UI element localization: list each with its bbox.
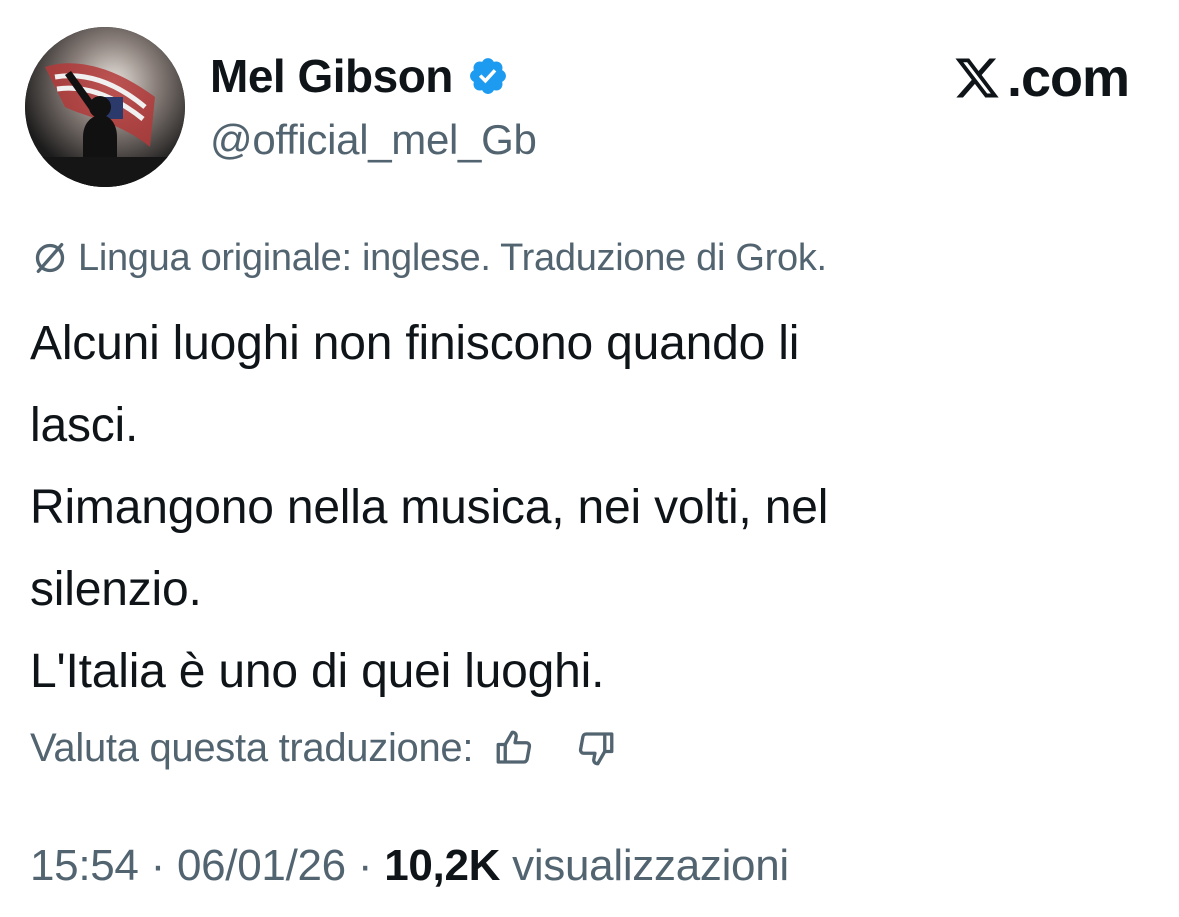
brand-text: .com <box>1006 48 1130 108</box>
translate-icon <box>35 243 65 273</box>
author-handle[interactable]: @official_mel_Gb <box>210 116 537 164</box>
thumbs-up-button[interactable] <box>491 725 537 771</box>
author-name-row: Mel Gibson <box>210 48 509 104</box>
thumbs-down-button[interactable] <box>573 725 619 771</box>
tweet-line: Rimangono nella musica, nei volti, nel <box>30 481 829 534</box>
tweet-time[interactable]: 15:54 <box>30 841 139 891</box>
x-logo-icon <box>955 58 999 98</box>
tweet-line: L'Italia è uno di quei luoghi. <box>30 645 605 698</box>
tweet-line: lasci. <box>30 399 139 452</box>
avatar[interactable] <box>25 27 185 187</box>
translation-note-text: Lingua originale: inglese. Traduzione di… <box>78 236 827 279</box>
verified-badge-icon[interactable] <box>467 55 509 97</box>
rate-translation-label: Valuta questa traduzione: <box>30 725 474 770</box>
views-label: visualizzazioni <box>512 841 789 890</box>
tweet-line: silenzio. <box>30 563 202 616</box>
tweet-line: Alcuni luoghi non finiscono quando li <box>30 317 800 370</box>
tweet-date[interactable]: 06/01/26 <box>177 841 346 891</box>
thumbs-down-icon <box>579 732 614 766</box>
meta-separator: · <box>357 841 373 890</box>
meta-separator: · <box>150 841 166 890</box>
thumbs-up-icon <box>496 730 532 764</box>
tweet-meta: 15:54 · 06/01/26 · 10,2K visualizzazioni <box>30 838 789 894</box>
rate-translation-row: Valuta questa traduzione: <box>30 720 619 776</box>
avatar-image <box>25 27 185 187</box>
tweet-text: Alcuni luoghi non finiscono quando li la… <box>30 303 1150 713</box>
author-name[interactable]: Mel Gibson <box>210 49 453 103</box>
views-count[interactable]: 10,2K <box>384 841 500 891</box>
translation-note: Lingua originale: inglese. Traduzione di… <box>30 233 827 283</box>
x-brand-watermark: .com <box>951 48 1130 108</box>
